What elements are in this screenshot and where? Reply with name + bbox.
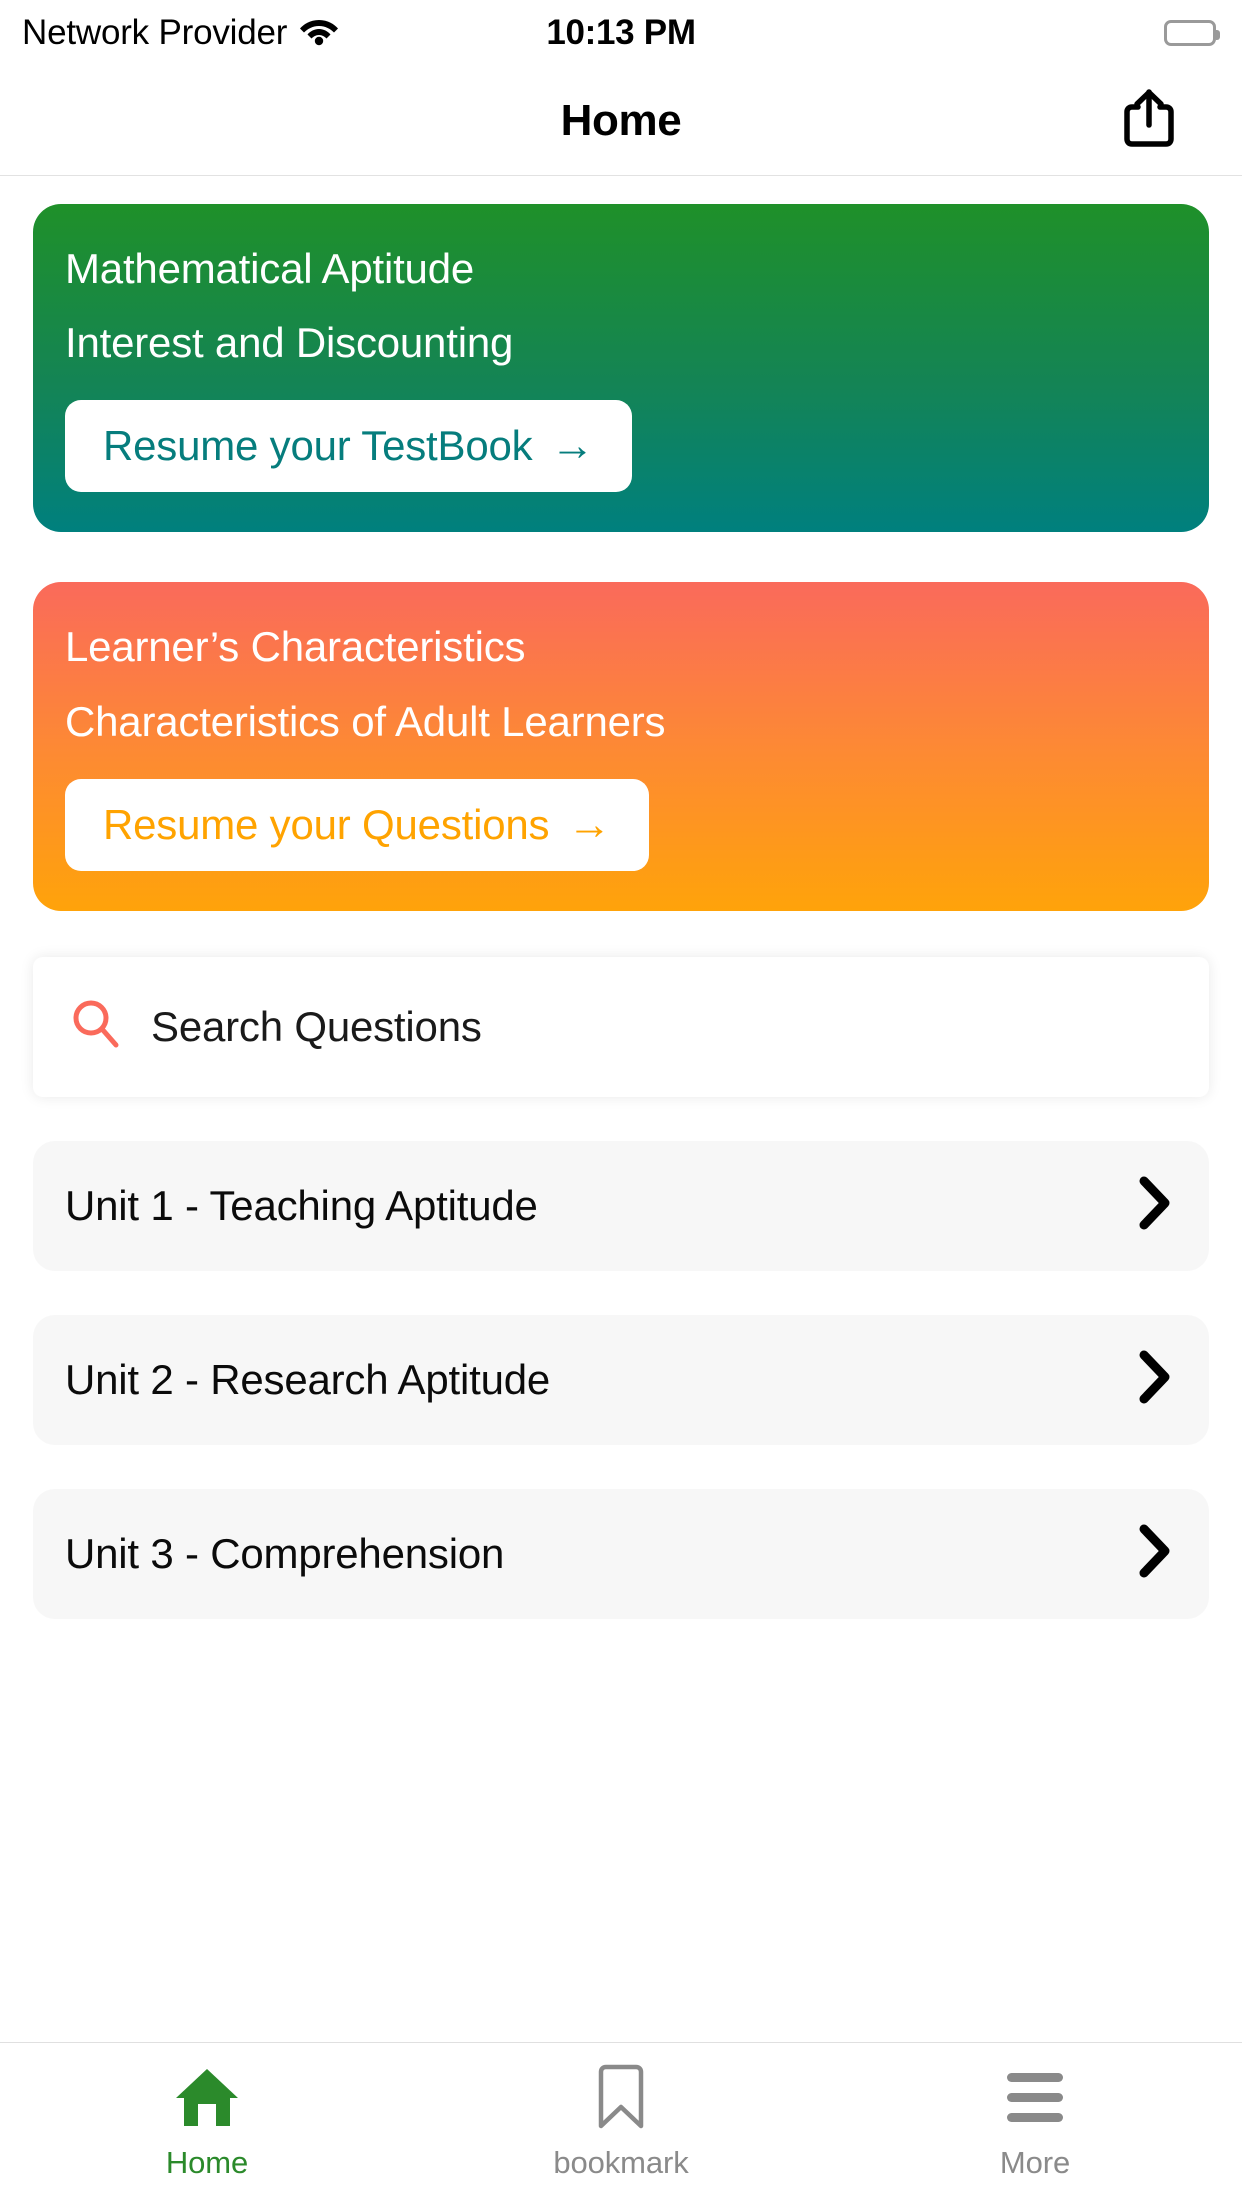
unit-label: Unit 3 - Comprehension [65, 1529, 505, 1577]
resume-testbook-card[interactable]: Mathematical Aptitude Interest and Disco… [33, 204, 1209, 533]
arrow-right-icon: → [567, 799, 612, 849]
card-title: Learner’s Characteristics [65, 623, 526, 671]
hamburger-bar [1007, 2072, 1063, 2082]
hamburger-bars [1007, 2072, 1063, 2122]
tab-home-label: Home [165, 2145, 249, 2180]
card-subtitle: Characteristics of Adult Learners [65, 697, 666, 745]
resume-testbook-button-label: Resume your TestBook [103, 422, 533, 470]
search-bar[interactable]: Search Questions [33, 956, 1209, 1097]
battery-full-icon [1164, 20, 1220, 46]
main-content: Mathematical Aptitude Interest and Disco… [0, 176, 1242, 2042]
unit-list: Unit 1 - Teaching Aptitude Unit 2 - Rese… [0, 1140, 1242, 1663]
tab-bookmark[interactable]: bookmark [414, 2061, 828, 2181]
unit-label: Unit 1 - Teaching Aptitude [65, 1181, 538, 1229]
hamburger-bar [1007, 2092, 1063, 2102]
tab-more[interactable]: More [828, 2061, 1242, 2181]
status-bar: Network Provider 10:13 PM [0, 0, 1242, 66]
chevron-right-icon [1133, 1348, 1175, 1411]
chevron-right-icon [1133, 1174, 1175, 1237]
card-title: Mathematical Aptitude [65, 245, 475, 292]
home-icon [171, 2061, 243, 2133]
share-button[interactable] [1118, 88, 1180, 154]
list-item[interactable]: Unit 2 - Research Aptitude [33, 1314, 1209, 1445]
list-item[interactable]: Unit 3 - Comprehension [33, 1488, 1209, 1619]
hamburger-menu-icon [1007, 2061, 1063, 2133]
chevron-right-icon [1133, 1522, 1175, 1585]
carrier-label: Network Provider [22, 13, 288, 52]
tab-bookmark-label: bookmark [553, 2145, 689, 2180]
list-item[interactable]: Unit 1 - Teaching Aptitude [33, 1140, 1209, 1271]
search-icon [69, 997, 123, 1056]
navigation-bar: Home [0, 66, 1242, 176]
unit-label: Unit 2 - Research Aptitude [65, 1355, 551, 1403]
page-title: Home [560, 95, 682, 145]
tab-more-label: More [999, 2145, 1071, 2180]
resume-testbook-button[interactable]: Resume your TestBook → [65, 400, 633, 493]
arrow-right-icon: → [550, 421, 595, 471]
bookmark-icon [592, 2061, 650, 2133]
status-bar-right [1164, 20, 1220, 46]
status-bar-left: Network Provider [22, 13, 339, 53]
search-input[interactable]: Search Questions [151, 1003, 482, 1051]
share-icon [1122, 89, 1176, 152]
bottom-tab-bar: Home bookmark More [0, 2042, 1242, 2208]
wifi-icon [299, 16, 339, 51]
resume-questions-card[interactable]: Learner’s Characteristics Characteristic… [33, 582, 1209, 911]
resume-questions-button[interactable]: Resume your Questions → [65, 778, 650, 871]
card-subtitle: Interest and Discounting [65, 319, 514, 367]
hamburger-bar [1007, 2112, 1063, 2122]
resume-questions-button-label: Resume your Questions [103, 800, 550, 848]
tab-home[interactable]: Home [0, 2061, 414, 2181]
app-screen: Network Provider 10:13 PM Home Mathemati… [0, 0, 1242, 2208]
